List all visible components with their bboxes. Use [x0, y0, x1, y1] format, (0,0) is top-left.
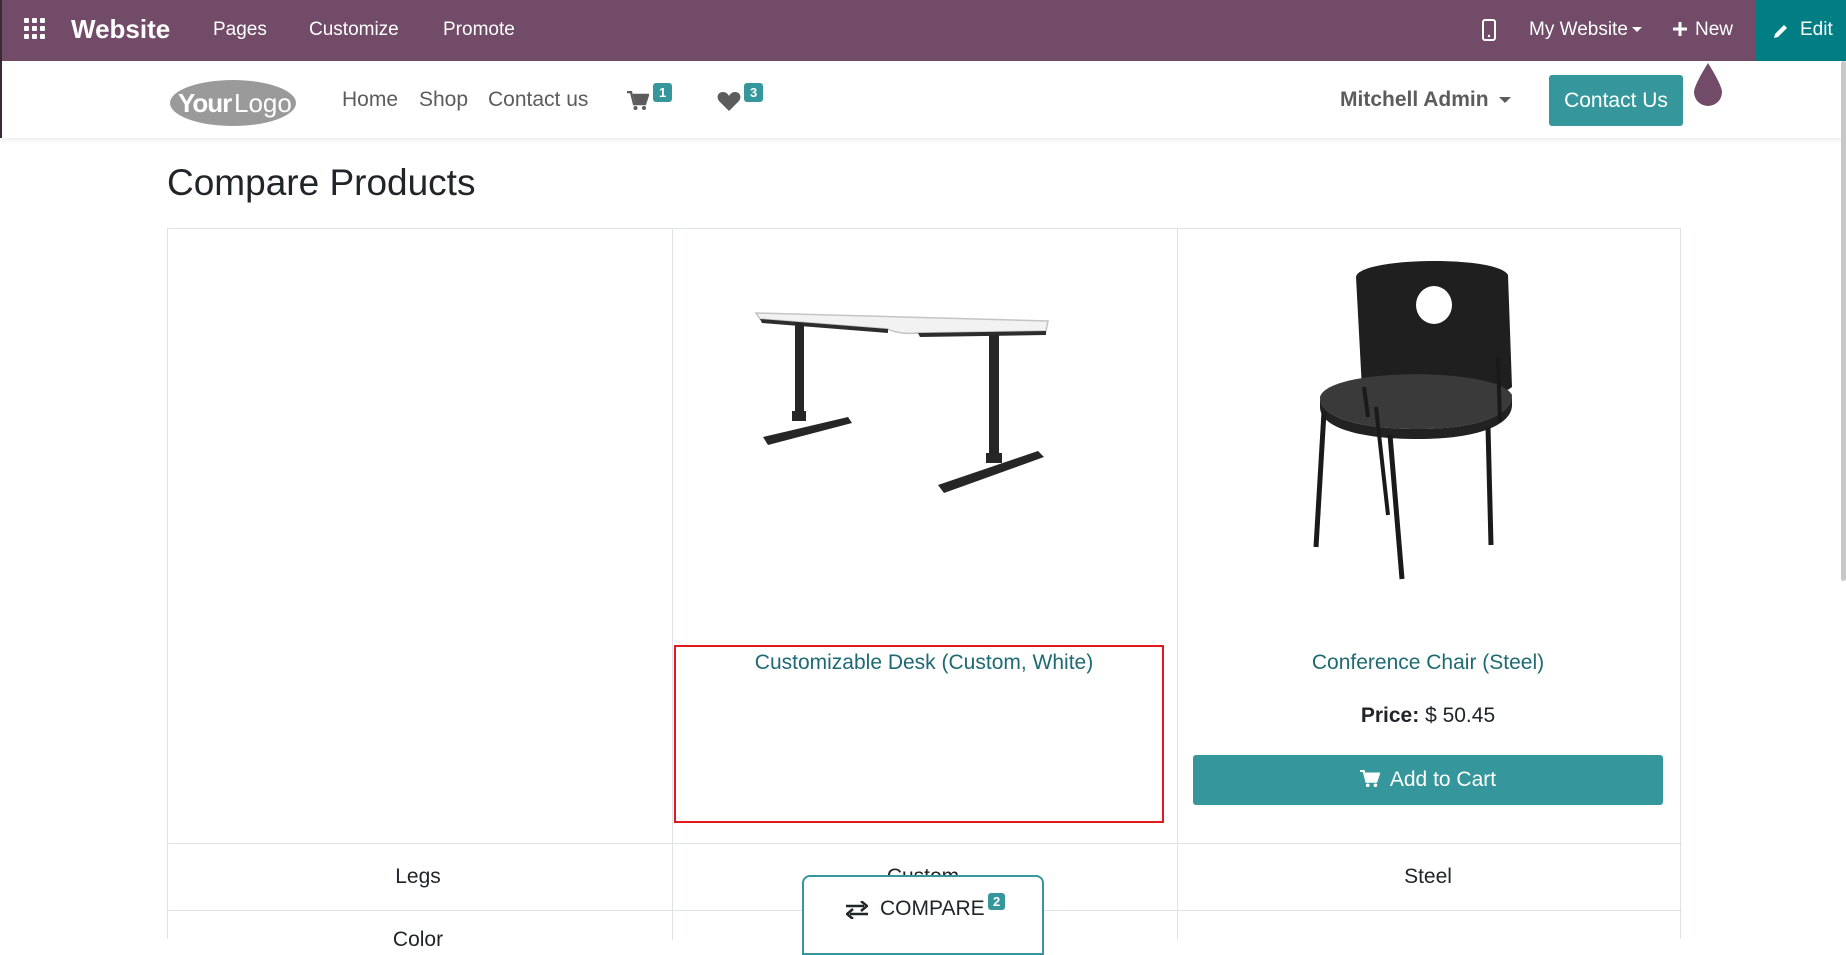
- shopping-cart-icon: [1359, 769, 1381, 788]
- add-to-cart-button[interactable]: Add to Cart: [1193, 755, 1663, 805]
- selection-highlight: [674, 645, 1164, 823]
- website-switcher-label: My Website: [1529, 19, 1628, 40]
- product-price-chair: Price: $ 50.45: [1193, 704, 1663, 728]
- price-label: Price:: [1360, 704, 1420, 727]
- pencil-icon: [1774, 25, 1787, 38]
- apps-grid-icon[interactable]: [24, 18, 48, 42]
- product-name-chair[interactable]: Conference Chair (Steel): [1178, 651, 1678, 675]
- chevron-down-icon: [1498, 97, 1511, 104]
- menu-promote[interactable]: Promote: [443, 19, 515, 41]
- product-image-desk[interactable]: [748, 289, 1108, 529]
- menu-customize[interactable]: Customize: [309, 19, 399, 41]
- app-brand-title[interactable]: Website: [71, 14, 170, 45]
- attribute-value-chair-legs: Steel: [1404, 865, 1452, 888]
- attribute-name-color: Color: [392, 928, 444, 951]
- menu-pages[interactable]: Pages: [213, 19, 267, 41]
- user-name: Mitchell Admin: [1340, 88, 1489, 111]
- website-header: Your Logo Home Shop Contact us 1 3 Mitch…: [0, 61, 1846, 138]
- cart-count-badge: 1: [653, 83, 673, 102]
- compare-count-badge: 2: [988, 893, 1006, 910]
- shopping-cart-icon: [627, 90, 650, 110]
- svg-text:Your: Your: [178, 88, 232, 118]
- page-scrollbar[interactable]: [1841, 61, 1846, 581]
- nav-shop[interactable]: Shop: [419, 88, 468, 112]
- svg-text:Logo: Logo: [234, 88, 292, 118]
- cart-link[interactable]: [627, 90, 650, 116]
- new-content-button[interactable]: New: [1673, 19, 1733, 41]
- product-image-chair[interactable]: [1298, 247, 1558, 592]
- website-switcher[interactable]: My Website: [1529, 19, 1642, 41]
- compare-bar-button[interactable]: COMPARE 2: [802, 875, 1044, 955]
- nav-home[interactable]: Home: [342, 88, 398, 112]
- wishlist-link[interactable]: [717, 91, 741, 117]
- edit-label: Edit: [1800, 19, 1833, 40]
- contact-us-button[interactable]: Contact Us: [1549, 75, 1683, 126]
- mobile-preview-icon[interactable]: [1482, 19, 1496, 47]
- plus-icon: [1673, 22, 1687, 36]
- price-value: $ 50.45: [1425, 704, 1496, 727]
- comparison-table: [167, 228, 1682, 940]
- heart-icon: [717, 92, 741, 111]
- user-menu[interactable]: Mitchell Admin: [1340, 88, 1511, 112]
- compare-label: COMPARE: [880, 897, 985, 920]
- website-admin-bar: Website Pages Customize Promote My Websi…: [0, 0, 1846, 61]
- attribute-name-legs: Legs: [395, 865, 441, 888]
- page-title: Compare Products: [167, 162, 476, 203]
- add-to-cart-label: Add to Cart: [1389, 768, 1497, 791]
- exchange-arrows-icon: [846, 901, 868, 919]
- theme-drop-icon: [1692, 61, 1724, 109]
- wishlist-count-badge: 3: [744, 83, 764, 102]
- new-label: New: [1695, 19, 1734, 40]
- site-logo[interactable]: Your Logo: [168, 79, 298, 127]
- nav-contact-us[interactable]: Contact us: [488, 88, 588, 112]
- edit-button[interactable]: Edit: [1756, 0, 1846, 61]
- chevron-down-icon: [1631, 27, 1642, 33]
